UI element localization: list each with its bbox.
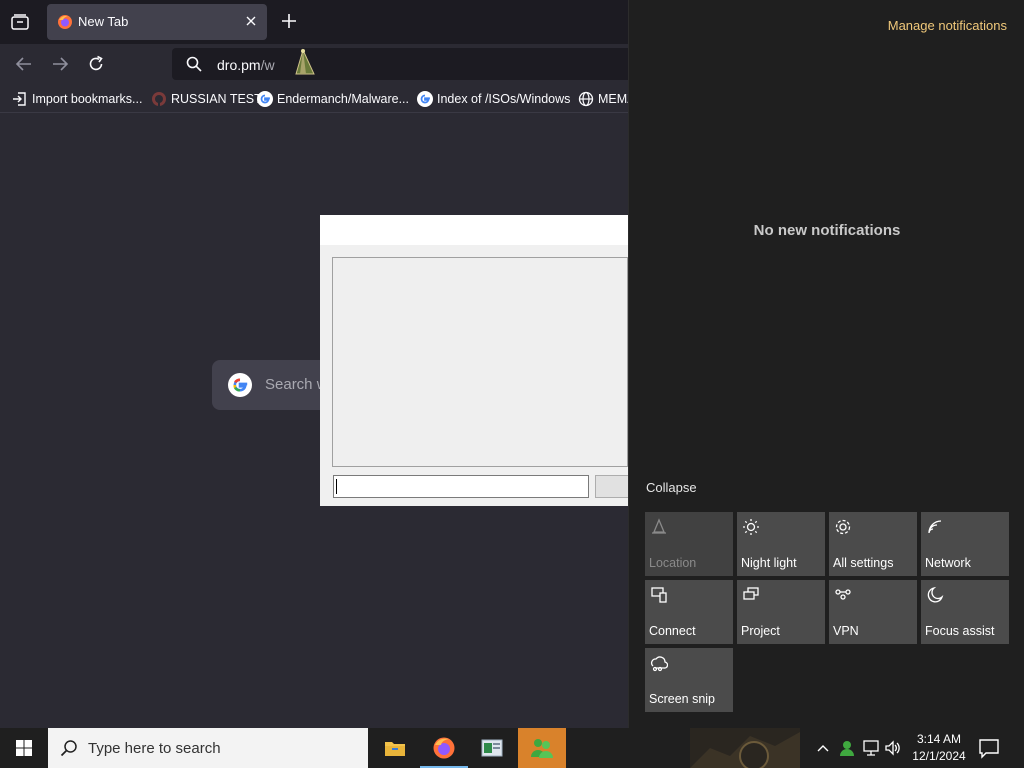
bookmark-label: Index of /ISOs/Windows xyxy=(437,92,571,106)
dialog-titlebar[interactable] xyxy=(320,215,628,245)
bookmark-label: RUSSIAN TEST xyxy=(171,92,262,106)
reload-icon xyxy=(89,55,103,71)
manage-notifications-link[interactable]: Manage notifications xyxy=(888,18,1007,33)
tile-focus-assist[interactable]: Focus assist xyxy=(921,580,1009,644)
network-icon xyxy=(928,520,942,534)
forward-button[interactable] xyxy=(50,54,70,74)
google-search-box[interactable]: Search w xyxy=(212,360,332,410)
google-icon xyxy=(257,91,273,107)
taskbar-search-placeholder: Type here to search xyxy=(88,740,221,757)
folder-icon xyxy=(385,742,405,756)
moon-icon xyxy=(927,586,944,603)
import-icon xyxy=(13,92,26,106)
tile-label: Project xyxy=(741,624,780,638)
firefox-icon xyxy=(58,15,72,29)
bookmark-import[interactable]: Import bookmarks... xyxy=(12,90,142,108)
user-status-icon[interactable] xyxy=(838,739,856,757)
bookmark-label: Endermanch/Malware... xyxy=(277,92,410,106)
tile-label: Connect xyxy=(649,624,696,638)
github-icon xyxy=(152,92,166,107)
taskbar: Type here to search 3:14 AM 12/1/2024 xyxy=(0,728,1024,768)
action-center: Manage notifications No new notification… xyxy=(628,0,1024,728)
brightness-icon xyxy=(743,519,759,535)
taskbar-file-explorer[interactable] xyxy=(371,728,419,768)
system-clock[interactable]: 3:14 AM 12/1/2024 xyxy=(906,731,972,765)
tile-all-settings[interactable]: All settings xyxy=(829,512,917,576)
taskbar-app-window[interactable] xyxy=(468,728,516,768)
dialog-text-input[interactable] xyxy=(333,475,589,498)
chevron-up-icon[interactable] xyxy=(816,739,830,757)
app-window-icon xyxy=(481,739,503,757)
tile-screen-snip[interactable]: Screen snip xyxy=(645,648,733,712)
close-tab-icon[interactable] xyxy=(245,15,257,27)
snip-icon xyxy=(651,656,668,672)
users-icon xyxy=(531,739,553,758)
tab-strip: New Tab xyxy=(0,0,628,44)
cursor-icon xyxy=(295,48,315,75)
tile-connect[interactable]: Connect xyxy=(645,580,733,644)
forward-arrow-icon xyxy=(53,57,69,71)
taskbar-firefox[interactable] xyxy=(420,728,468,768)
new-tab-icon[interactable] xyxy=(280,12,298,30)
search-placeholder: Search w xyxy=(265,376,328,393)
globe-icon xyxy=(578,91,594,107)
dialog-window xyxy=(320,215,635,506)
tile-label: Night light xyxy=(741,556,797,570)
tile-project[interactable]: Project xyxy=(737,580,825,644)
start-button[interactable] xyxy=(0,728,48,768)
vpn-icon xyxy=(835,589,851,600)
url-host: dro.pm xyxy=(217,57,261,73)
tile-label: Location xyxy=(649,556,697,570)
back-arrow-icon xyxy=(15,57,31,71)
google-icon xyxy=(228,373,252,397)
tab-new-tab[interactable]: New Tab xyxy=(47,4,267,40)
google-icon xyxy=(417,91,433,107)
bookmark-endermanch[interactable]: Endermanch/Malware... xyxy=(257,90,409,108)
search-icon xyxy=(60,740,77,757)
location-icon xyxy=(652,518,666,534)
text-caret xyxy=(336,479,337,494)
windows-logo-icon xyxy=(16,740,32,756)
background-art-icon xyxy=(690,732,800,768)
taskbar-users-app[interactable] xyxy=(518,728,566,768)
tile-vpn[interactable]: VPN xyxy=(829,580,917,644)
tab-list-button[interactable] xyxy=(8,10,32,34)
project-icon xyxy=(743,587,759,600)
url-path: /w xyxy=(260,57,275,73)
bookmark-label: Import bookmarks... xyxy=(32,92,143,106)
bookmark-label: MEMZ xyxy=(598,92,628,106)
no-notifications-text: No new notifications xyxy=(753,222,901,239)
tile-night-light[interactable]: Night light xyxy=(737,512,825,576)
tile-label: VPN xyxy=(833,624,859,638)
back-button[interactable] xyxy=(14,54,34,74)
taskbar-search-box[interactable]: Type here to search xyxy=(48,728,368,768)
tab-title: New Tab xyxy=(78,14,129,29)
firefox-icon xyxy=(433,737,455,759)
tile-label: Focus assist xyxy=(925,624,995,638)
search-icon xyxy=(186,56,202,72)
tile-network[interactable]: Network xyxy=(921,512,1009,576)
bookmark-russian-test[interactable]: RUSSIAN TEST xyxy=(151,90,262,108)
collapse-link[interactable]: Collapse xyxy=(646,480,697,495)
clock-date: 12/1/2024 xyxy=(912,749,966,763)
address-bar[interactable]: dro.pm/w xyxy=(172,48,628,80)
tab-list-icon xyxy=(11,14,29,30)
dialog-output-pane xyxy=(332,257,628,467)
volume-icon[interactable] xyxy=(884,739,902,757)
tile-label: Network xyxy=(925,556,971,570)
notification-icon[interactable] xyxy=(978,737,1000,759)
tile-label: All settings xyxy=(833,556,894,570)
gear-icon xyxy=(835,519,851,535)
clock-time: 3:14 AM xyxy=(916,732,962,746)
bookmark-memz[interactable]: MEMZ xyxy=(578,90,628,108)
network-tray-icon[interactable] xyxy=(862,739,880,757)
reload-button[interactable] xyxy=(86,54,106,74)
tile-location[interactable]: Location xyxy=(645,512,733,576)
url-text: dro.pm/w xyxy=(217,57,275,73)
bookmark-isos[interactable]: Index of /ISOs/Windows xyxy=(417,90,570,108)
bookmarks-toolbar: Import bookmarks... RUSSIAN TEST Enderma… xyxy=(0,84,628,113)
connect-icon xyxy=(651,587,667,603)
tile-label: Screen snip xyxy=(649,692,716,706)
taskbar-background xyxy=(690,728,800,768)
